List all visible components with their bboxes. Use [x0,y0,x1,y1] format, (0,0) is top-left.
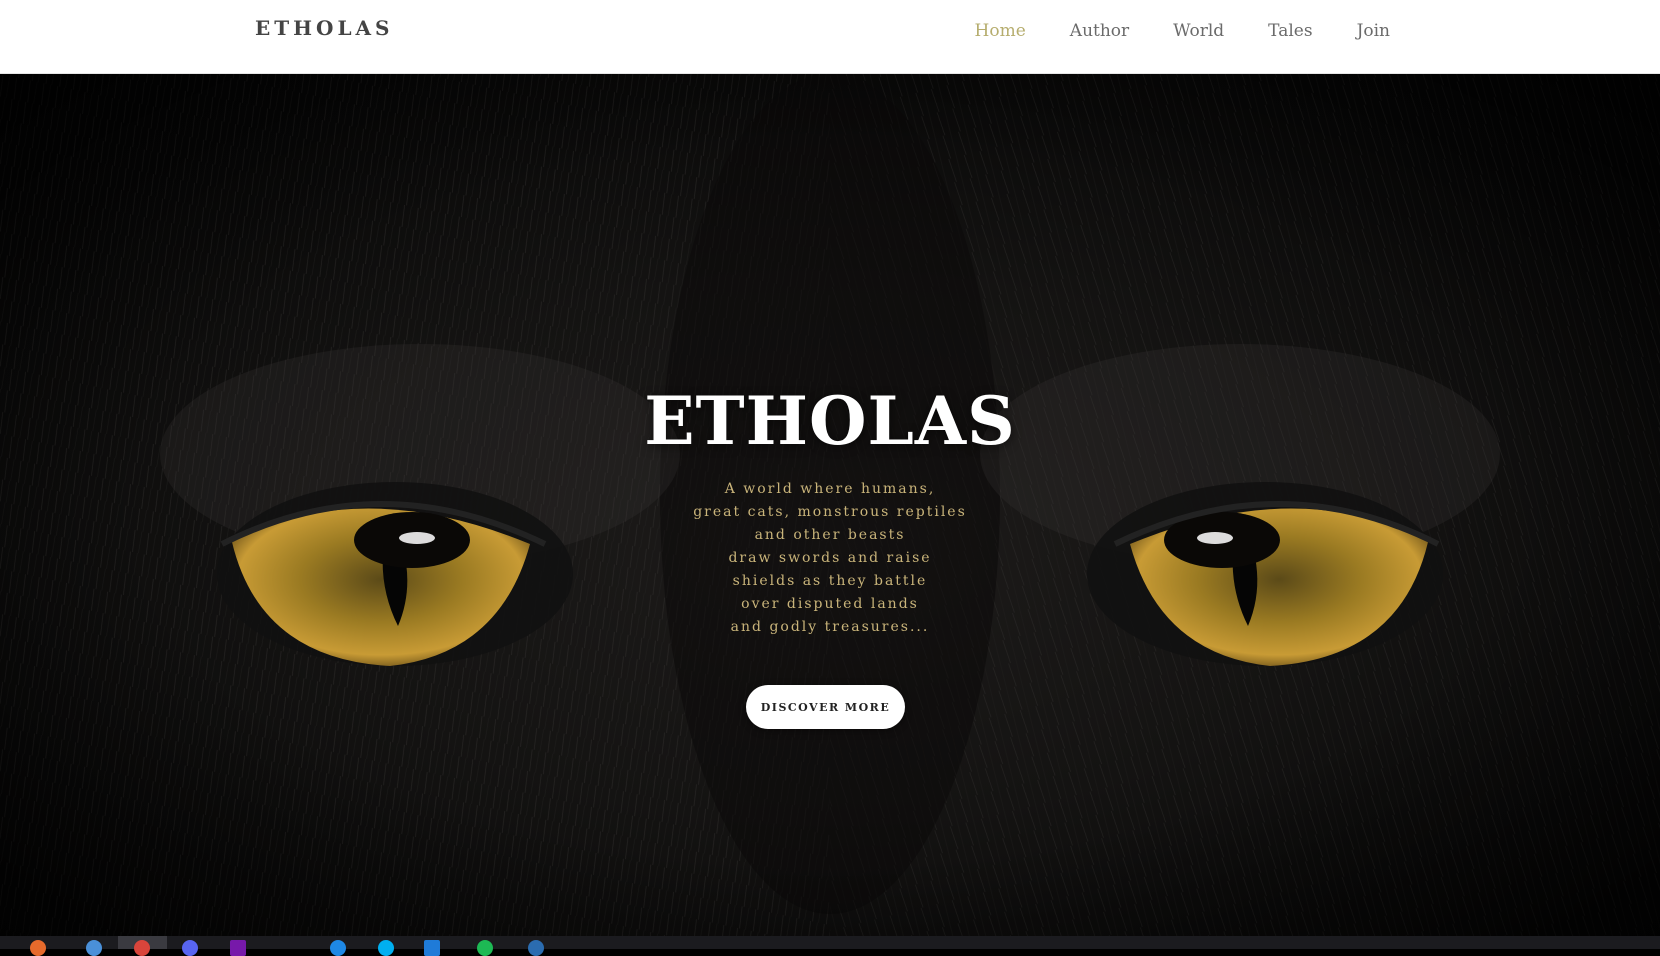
app-icon[interactable] [528,940,544,956]
discord-icon[interactable] [182,940,198,956]
hero-content: ETHOLAS A world where humans, great cats… [0,74,1660,936]
nav-item-join[interactable]: Join [1357,18,1390,44]
hero-title: ETHOLAS [644,382,1016,460]
tagline-line: shields as they battle [732,573,928,589]
discover-more-button[interactable]: DISCOVER MORE [746,685,905,729]
vscode-icon[interactable] [424,940,440,956]
skype-icon[interactable] [378,940,394,956]
tagline-line: over disputed lands [741,596,919,612]
hero-section: ETHOLAS A world where humans, great cats… [0,74,1660,936]
edge-icon[interactable] [330,940,346,956]
tagline-line: draw swords and raise [728,550,932,566]
nav-item-world[interactable]: World [1173,18,1224,44]
hero-tagline: A world where humans, great cats, monstr… [0,478,1660,639]
top-navigation-bar: ETHOLAS Home Author World Tales Join [0,0,1660,74]
nav-item-tales[interactable]: Tales [1268,18,1312,44]
tagline-line: and godly treasures... [730,619,930,635]
nav-item-home[interactable]: Home [975,18,1026,44]
site-logo[interactable]: ETHOLAS [255,16,393,40]
opera-icon[interactable] [134,940,150,956]
tagline-line: great cats, monstrous reptiles [693,504,967,520]
os-taskbar [0,936,1660,956]
main-nav: Home Author World Tales Join [931,18,1390,44]
nav-item-author[interactable]: Author [1070,18,1129,44]
chrome-icon[interactable] [86,940,102,956]
tagline-line: and other beasts [754,527,906,543]
onenote-icon[interactable] [230,940,246,956]
firefox-icon[interactable] [30,940,46,956]
tagline-line: A world where humans, [724,481,936,497]
spotify-icon[interactable] [477,940,493,956]
